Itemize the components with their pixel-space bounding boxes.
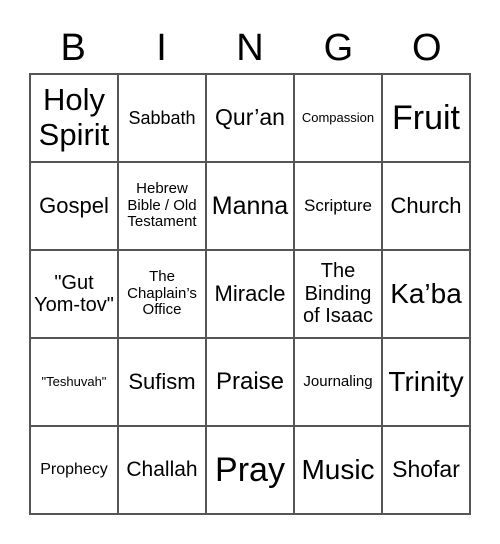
header-letter-n: N [236, 27, 264, 69]
header-letter-b: B [60, 27, 86, 69]
bingo-cell[interactable]: Challah [118, 426, 206, 514]
bingo-cell[interactable]: Qur’an [206, 74, 294, 162]
bingo-cell[interactable]: "Teshuvah" [30, 338, 118, 426]
bingo-cell[interactable]: Journaling [294, 338, 382, 426]
header-letter-i: I [156, 27, 167, 69]
bingo-cell[interactable]: Sabbath [118, 74, 206, 162]
bingo-cell[interactable]: Music [294, 426, 382, 514]
bingo-cell[interactable]: Ka’ba [382, 250, 470, 338]
bingo-cell[interactable]: Prophecy [30, 426, 118, 514]
header-letter-o: O [411, 27, 442, 69]
bingo-cell[interactable]: Compassion [294, 74, 382, 162]
bingo-cell[interactable]: Trinity [382, 338, 470, 426]
bingo-cell[interactable]: Shofar [382, 426, 470, 514]
bingo-cell[interactable]: Church [382, 162, 470, 250]
bingo-cell[interactable]: Praise [206, 338, 294, 426]
bingo-cell[interactable]: Pray [206, 426, 294, 514]
bingo-cell[interactable]: The Chaplain’s Office [118, 250, 206, 338]
bingo-cell[interactable]: Sufism [118, 338, 206, 426]
bingo-cell[interactable]: Hebrew Bible / Old Testament [118, 162, 206, 250]
bingo-header: B I N G O [29, 22, 471, 74]
bingo-cell[interactable]: Manna [206, 162, 294, 250]
header-letter-g: G [323, 27, 354, 69]
bingo-cell[interactable]: Scripture [294, 162, 382, 250]
bingo-cell[interactable]: Holy Spirit [30, 74, 118, 162]
bingo-cell[interactable]: Miracle [206, 250, 294, 338]
bingo-cell[interactable]: Gospel [30, 162, 118, 250]
bingo-grid: Holy Spirit Sabbath Qur’an Compassion Fruit G… [29, 73, 471, 515]
bingo-cell[interactable]: Fruit [382, 74, 470, 162]
bingo-cell[interactable]: "Gut Yom-tov" [30, 250, 118, 338]
bingo-cell[interactable]: The Binding of Isaac [294, 250, 382, 338]
